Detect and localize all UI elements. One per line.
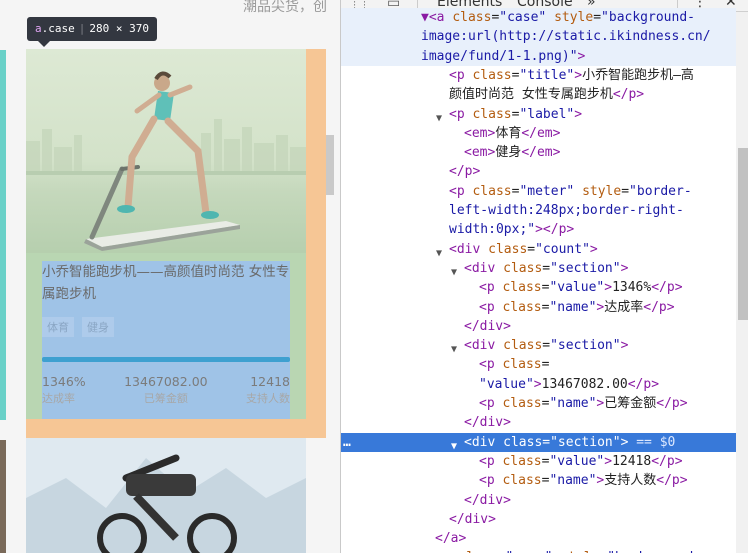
treadmill-image bbox=[26, 49, 306, 253]
dom-node[interactable]: <p class="value">12418</p> bbox=[341, 452, 736, 471]
dom-node-text: ▼<a class="case" style="background- bbox=[421, 10, 695, 25]
dom-node-text: <p class="name">支持人数</p> bbox=[479, 473, 688, 489]
dom-node-text: <em>健身</em> bbox=[464, 145, 561, 161]
dom-node[interactable]: </div> bbox=[341, 317, 736, 336]
dom-node[interactable]: </p> bbox=[341, 162, 736, 181]
dom-node[interactable]: </div> bbox=[341, 413, 736, 432]
dom-node-text: <p class="value">1346%</p> bbox=[479, 280, 683, 296]
tooltip-class: .case bbox=[41, 22, 75, 35]
dom-node[interactable]: ▼<a class="case" style="background- bbox=[341, 8, 736, 28]
dom-node-text: <div class="count"> bbox=[449, 241, 598, 257]
dom-node[interactable]: <p class="name">已筹金额</p> bbox=[341, 394, 736, 413]
dom-node[interactable]: image:url(http://static.ikindness.cn/ bbox=[341, 27, 736, 47]
dom-node[interactable]: <p class="name">支持人数</p> bbox=[341, 471, 736, 490]
dom-node-text: <p class="name">已筹金额</p> bbox=[479, 396, 688, 411]
label-tag: 健身 bbox=[82, 317, 114, 337]
dom-node-text: <p class="value">12418</p> bbox=[479, 453, 683, 469]
dom-node-text: <div class="section"> bbox=[464, 338, 629, 354]
dom-node-selected[interactable]: … ▼ <div class="section"> == $0 bbox=[341, 432, 736, 452]
dom-node-text: <em>体育</em> bbox=[464, 125, 561, 141]
node-actions-icon[interactable]: … bbox=[343, 433, 351, 452]
dom-node-text: <p class="title">小乔智能跑步机—高 bbox=[449, 67, 694, 83]
count-section: 12418 支持人数 bbox=[246, 373, 290, 408]
dom-node-text: image:url(http://static.ikindness.cn/ bbox=[421, 29, 711, 45]
dom-node-text: </p> bbox=[449, 164, 481, 180]
dom-node[interactable]: <em>体育</em> bbox=[341, 124, 736, 143]
dom-node-text: 颜值时尚范 女性专属跑步机</p> bbox=[449, 87, 645, 103]
dom-node-text: </a> bbox=[435, 531, 467, 547]
tooltip-separator: | bbox=[78, 22, 86, 35]
devtools-scroll-thumb[interactable] bbox=[738, 148, 748, 320]
dom-node-text: <p class="meter" style="border- bbox=[449, 183, 692, 199]
dom-node-text: <div class="section"> == $0 bbox=[464, 434, 676, 450]
page-scrollbar[interactable] bbox=[326, 135, 334, 195]
dom-node[interactable]: <em>健身</em> bbox=[341, 143, 736, 162]
tooltip-arrow bbox=[38, 41, 50, 47]
count-row: 1346% 达成率 13467082.00 已筹金额 12418 支持人数 bbox=[42, 373, 290, 408]
dom-node[interactable]: ▼ <div class="section"> bbox=[341, 336, 736, 355]
dom-node[interactable]: </div> bbox=[341, 491, 736, 510]
dom-node-text: left-width:248px;border-right- bbox=[449, 203, 684, 218]
case-title: 小乔智能跑步机——高颜值时尚范 女性专属跑步机 bbox=[42, 264, 290, 302]
dom-node-text: <p class= bbox=[479, 357, 550, 373]
page-viewport: 潮品尖货，创 小乔智能跑步机——高颜值时尚范 女性专属跑步机 体育 健身 134… bbox=[0, 0, 340, 553]
progress-meter bbox=[42, 357, 290, 362]
dom-node[interactable]: <p class="name">达成率</p> bbox=[341, 298, 736, 317]
case-card[interactable]: 小乔智能跑步机——高颜值时尚范 女性专属跑步机 体育 健身 1346% 达成率 … bbox=[26, 49, 306, 419]
dom-node-text: </div> bbox=[464, 415, 511, 431]
dom-node-text: <p class="label"> bbox=[449, 106, 583, 122]
case-labels: 体育 健身 bbox=[42, 317, 114, 337]
dom-node[interactable]: <p class="title">小乔智能跑步机—高 bbox=[341, 66, 736, 85]
neighbor-card-edge-2 bbox=[0, 440, 6, 553]
dom-node[interactable]: <p class="meter" style="border- bbox=[341, 182, 736, 201]
dom-node-text: width:0px;"></p> bbox=[449, 222, 575, 238]
dom-node[interactable]: <p class="value">1346%</p> bbox=[341, 278, 736, 297]
dom-node[interactable]: width:0px;"></p> bbox=[341, 220, 736, 239]
count-section: 1346% 达成率 bbox=[42, 373, 86, 408]
dom-node-text: image/fund/1-1.png)"> bbox=[421, 48, 586, 64]
section-name: 支持人数 bbox=[246, 392, 290, 405]
header-text: 潮品尖货，创 bbox=[243, 0, 327, 15]
case-card-next[interactable] bbox=[26, 438, 306, 553]
dom-node[interactable]: </div> bbox=[341, 510, 736, 529]
section-value: 13467082.00 bbox=[124, 374, 208, 389]
neighbor-card-edge bbox=[0, 50, 6, 420]
dom-node[interactable]: ▼ <p class="label"> bbox=[341, 105, 736, 124]
dom-node[interactable]: <p class= bbox=[341, 355, 736, 374]
dom-node[interactable]: 颜值时尚范 女性专属跑步机</p> bbox=[341, 85, 736, 104]
dom-node[interactable]: "value">13467082.00</p> bbox=[341, 375, 736, 394]
dom-node[interactable]: image/fund/1-1.png)"> bbox=[341, 46, 736, 66]
dom-node[interactable]: </a> bbox=[341, 529, 736, 548]
tooltip-tag: a bbox=[35, 22, 42, 35]
count-section: 13467082.00 已筹金额 bbox=[124, 373, 208, 408]
dom-node-text: <a class="case" style="background- bbox=[435, 548, 701, 553]
section-name: 达成率 bbox=[42, 392, 75, 405]
section-value: 12418 bbox=[250, 374, 290, 389]
dom-node[interactable]: left-width:248px;border-right- bbox=[341, 201, 736, 220]
dom-node[interactable]: <a class="case" style="background- bbox=[341, 548, 736, 553]
dom-node-text: </div> bbox=[464, 492, 511, 508]
inspect-tooltip: a.case | 280 × 370 bbox=[27, 17, 157, 41]
label-tag: 体育 bbox=[42, 317, 74, 337]
dom-node-text: </div> bbox=[449, 511, 496, 527]
devtools-panel: ⬚ ▭ Elements Console » ⋮ ✕ ▼<a class="ca… bbox=[340, 0, 748, 553]
dom-node-text: <p class="name">达成率</p> bbox=[479, 299, 675, 315]
dom-node[interactable]: ▼ <div class="section"> bbox=[341, 259, 736, 278]
dom-node-text: <div class="section"> bbox=[464, 260, 629, 276]
dom-node[interactable]: ▼ <div class="count"> bbox=[341, 240, 736, 259]
dom-node-text: </div> bbox=[464, 318, 511, 334]
dom-node-text: "value">13467082.00</p> bbox=[479, 376, 660, 392]
section-value: 1346% bbox=[42, 374, 86, 389]
tooltip-size: 280 × 370 bbox=[89, 22, 149, 35]
case-content-highlight: 小乔智能跑步机——高颜值时尚范 女性专属跑步机 体育 健身 1346% 达成率 … bbox=[42, 261, 290, 419]
section-name: 已筹金额 bbox=[143, 392, 188, 405]
